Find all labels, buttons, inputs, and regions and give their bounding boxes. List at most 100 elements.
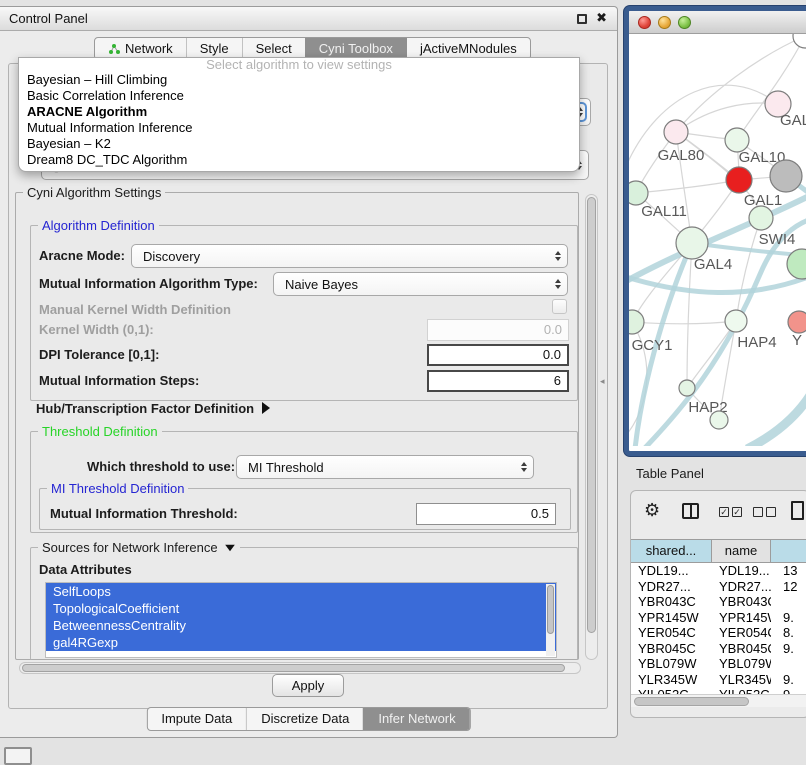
network-node[interactable] <box>770 160 802 192</box>
network-edge[interactable] <box>687 243 692 388</box>
table-row[interactable]: YER054CYER054C8. <box>631 625 806 641</box>
network-edge[interactable] <box>632 321 736 324</box>
tab-network[interactable]: Network <box>95 38 186 59</box>
network-node[interactable] <box>710 411 728 429</box>
table-row[interactable]: YBR043CYBR043C <box>631 594 806 610</box>
network-node-gal80[interactable] <box>664 120 688 144</box>
table-horizontal-scrollbar[interactable] <box>631 694 806 707</box>
network-edge[interactable] <box>636 180 739 193</box>
algorithm-option[interactable]: ARACNE Algorithm <box>19 104 579 120</box>
close-icon[interactable]: ✖ <box>596 10 607 26</box>
close-traffic-light-icon[interactable] <box>638 16 651 29</box>
network-node-gal11[interactable] <box>629 181 648 205</box>
algorithm-option[interactable]: Basic Correlation Inference <box>19 88 579 104</box>
table-row[interactable]: YDR27...YDR27...12 <box>631 579 806 595</box>
mi-algorithm-type-combo[interactable]: Naive Bayes <box>273 272 568 296</box>
network-edge[interactable] <box>736 218 761 321</box>
table-cell: 8. <box>771 625 806 641</box>
column-header[interactable]: shared... <box>631 540 712 562</box>
network-node-swi4[interactable] <box>749 206 773 230</box>
aracne-mode-combo[interactable]: Discovery <box>131 244 568 268</box>
control-panel-titlebar[interactable]: Control Panel ✖ <box>0 7 617 31</box>
network-node-label: GAL80 <box>658 147 705 164</box>
document-icon[interactable] <box>791 501 804 520</box>
table-cell <box>771 594 806 610</box>
network-edge[interactable] <box>676 103 778 132</box>
hub-definition-label: Hub/Transcription Factor Definition <box>36 401 254 416</box>
select-all-checkbox-icon[interactable]: ✓ <box>719 507 729 517</box>
splitpane-collapse-icon[interactable]: ◂ <box>600 376 605 387</box>
network-node-gal1[interactable] <box>726 167 752 193</box>
network-edge-thick[interactable] <box>629 276 806 293</box>
data-attribute-item[interactable]: SelfLoops <box>46 583 556 600</box>
network-edge[interactable] <box>687 321 736 388</box>
gear-icon[interactable]: ⚙ <box>644 500 660 521</box>
table-cell: 9. <box>771 610 806 626</box>
which-threshold-label: Which threshold to use: <box>87 455 235 479</box>
which-threshold-combo[interactable]: MI Threshold <box>236 455 534 479</box>
sources-title[interactable]: Sources for Network Inference <box>38 540 240 555</box>
table-row[interactable]: YDL19...YDL19...13 <box>631 563 806 579</box>
aracne-mode-value: Discovery <box>143 249 200 264</box>
combo-stepper-icon <box>521 462 527 472</box>
network-node-hap2[interactable] <box>679 380 695 396</box>
mini-palette-window[interactable] <box>4 747 32 765</box>
network-window-titlebar[interactable] <box>629 11 806 34</box>
tab-infer-network[interactable]: Infer Network <box>363 708 469 730</box>
columns-icon[interactable] <box>682 503 699 519</box>
column-header[interactable] <box>771 540 806 562</box>
data-attribute-item[interactable]: TopologicalCoefficient <box>46 600 556 617</box>
select-all-checkbox-icon[interactable]: ✓ <box>732 507 742 517</box>
table-cell: YBR043C <box>631 594 712 610</box>
algorithm-option[interactable]: Dream8 DC_TDC Algorithm <box>19 152 579 168</box>
column-header[interactable]: name <box>712 540 771 562</box>
dpi-tolerance-field[interactable]: 0.0 <box>427 344 569 366</box>
deselect-all-checkbox-icon[interactable] <box>766 507 776 517</box>
tab-jactivemnodules[interactable]: jActiveMNodules <box>406 38 530 59</box>
network-edge-thick[interactable] <box>747 394 806 446</box>
algorithm-option[interactable]: Bayesian – Hill Climbing <box>19 72 579 88</box>
tab-style[interactable]: Style <box>186 38 242 59</box>
apply-button[interactable]: Apply <box>272 674 344 697</box>
tab-cyni-toolbox[interactable]: Cyni Toolbox <box>305 38 406 59</box>
hub-definition-toggle[interactable]: Hub/Transcription Factor Definition <box>36 401 270 416</box>
algorithm-option[interactable]: Bayesian – K2 <box>19 136 579 152</box>
table-row[interactable]: YBR045CYBR045C9. <box>631 641 806 657</box>
algorithm-option[interactable]: Mutual Information Inference <box>19 120 579 136</box>
tab-label: jActiveMNodules <box>420 38 517 59</box>
tab-discretize-data[interactable]: Discretize Data <box>246 708 363 730</box>
kernel-width-field[interactable]: 0.0 <box>427 319 569 341</box>
table-row[interactable]: YLR345WYLR345W9. <box>631 672 806 688</box>
network-node-gcy1[interactable] <box>629 310 644 334</box>
network-node-hap4[interactable] <box>725 310 747 332</box>
mi-threshold-field[interactable]: 0.5 <box>416 503 556 525</box>
mi-threshold-label: Mutual Information Threshold: <box>50 503 238 525</box>
deselect-all-checkbox-icon[interactable] <box>753 507 763 517</box>
network-canvas[interactable]: GALGAL80GAL10GAL1GAL11SWI4GAL4GCY1HAP4YH… <box>629 34 806 446</box>
table-cell: YBL079W <box>631 656 712 672</box>
settings-horizontal-scrollbar[interactable] <box>19 662 581 674</box>
table-cell: YDR27... <box>631 579 712 595</box>
tab-impute-data[interactable]: Impute Data <box>147 708 246 730</box>
tab-select[interactable]: Select <box>242 38 305 59</box>
mi-steps-field[interactable]: 6 <box>427 370 569 392</box>
algorithm-definition-title: Algorithm Definition <box>38 218 159 233</box>
float-window-icon[interactable] <box>577 14 587 24</box>
network-node[interactable] <box>793 34 806 48</box>
data-attributes-list[interactable]: SelfLoopsTopologicalCoefficientBetweenne… <box>45 582 557 658</box>
network-node-gal4[interactable] <box>676 227 708 259</box>
table-cell: YBL079W <box>712 656 771 672</box>
table-row[interactable]: YBL079WYBL079W <box>631 656 806 672</box>
settings-vertical-scrollbar[interactable] <box>585 194 598 660</box>
network-node-label: GAL4 <box>694 256 732 273</box>
zoom-traffic-light-icon[interactable] <box>678 16 691 29</box>
data-attribute-item[interactable]: BetweennessCentrality <box>46 617 556 634</box>
table-row[interactable]: YPR145WYPR145W9. <box>631 610 806 626</box>
algorithm-definition-group: Algorithm Definition Aracne Mode: Discov… <box>30 225 578 401</box>
attributes-scrollbar[interactable] <box>546 584 555 656</box>
manual-kernel-checkbox[interactable] <box>552 299 567 314</box>
minimize-traffic-light-icon[interactable] <box>658 16 671 29</box>
table-cell: 13 <box>771 563 806 579</box>
data-attribute-item[interactable]: gal4RGexp <box>46 634 556 651</box>
network-node-y[interactable] <box>788 311 806 333</box>
